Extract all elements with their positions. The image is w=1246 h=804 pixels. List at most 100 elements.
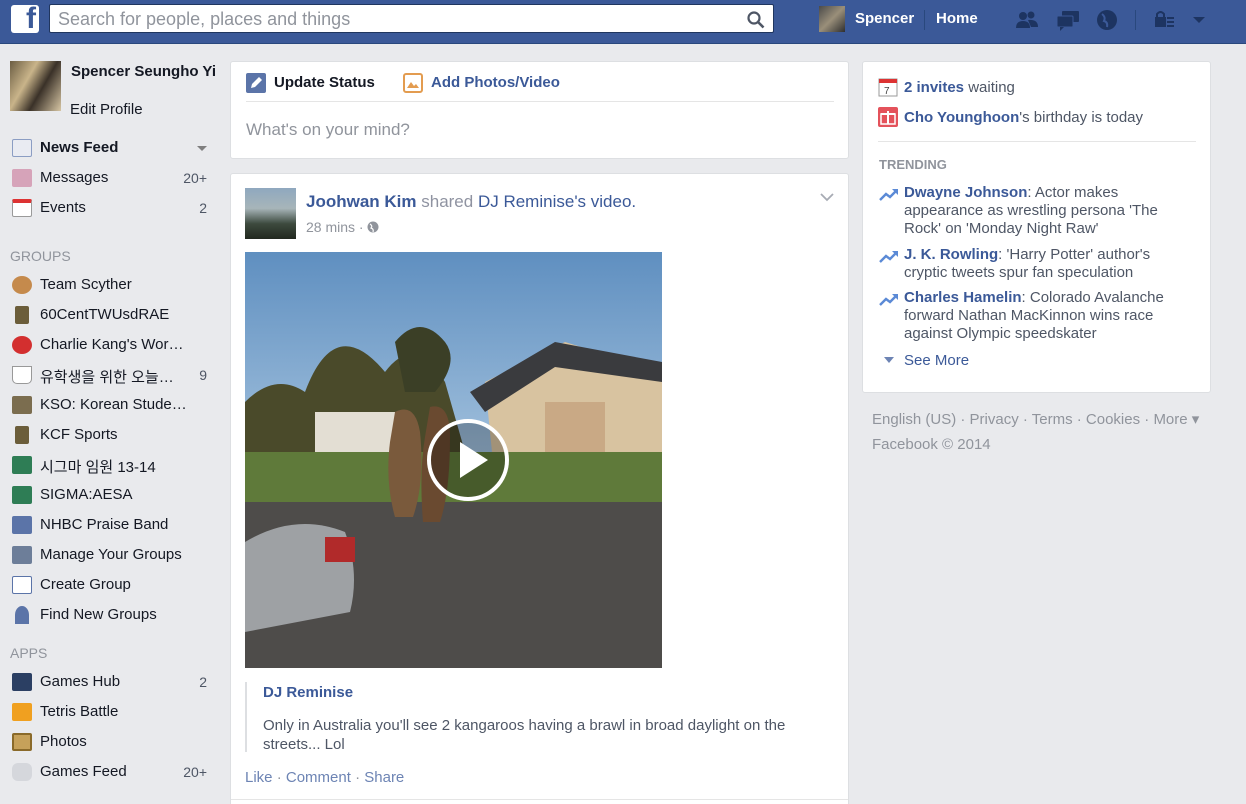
birthday-text: 's birthday is today	[1019, 109, 1144, 126]
like-link[interactable]: Like	[245, 769, 273, 786]
rocket-icon	[15, 606, 29, 624]
sidebar-item-manage-groups[interactable]: Manage Your Groups	[10, 544, 215, 566]
trending-item[interactable]: J. K. Rowling: 'Harry Potter' author's c…	[904, 246, 1194, 282]
coffee-cup-icon	[12, 366, 32, 384]
status-input[interactable]: What's on your mind?	[246, 120, 410, 140]
trending-topic[interactable]: Dwayne Johnson	[904, 184, 1027, 201]
sidebar-item-group[interactable]: Charlie Kang's Wor…	[10, 334, 215, 356]
sidebar-item-group[interactable]: KCF Sports	[10, 424, 215, 446]
sidebar-item-events[interactable]: Events 2	[10, 197, 215, 219]
sidebar-item-label: 60CentTWUsdRAE	[40, 306, 170, 323]
sidebar-item-group[interactable]: Team Scyther	[10, 274, 215, 296]
sidebar-item-create-group[interactable]: Create Group	[10, 574, 215, 596]
trending-topic[interactable]: Charles Hamelin	[904, 289, 1022, 306]
status-composer: Update Status Add Photos/Video What's on…	[230, 61, 849, 159]
birthday-person[interactable]: Cho Younghoon	[904, 109, 1019, 126]
apple-icon	[12, 336, 32, 354]
top-avatar[interactable]	[819, 6, 845, 32]
home-link[interactable]: Home	[936, 10, 978, 27]
tab-update-status[interactable]: Update Status	[274, 74, 375, 91]
tab-add-photos-video[interactable]: Add Photos/Video	[431, 74, 560, 91]
sidebar-item-group[interactable]: SIGMA:AESA	[10, 484, 215, 506]
sidebar-item-messages[interactable]: Messages 20+	[10, 167, 215, 189]
divider	[878, 141, 1196, 142]
sidebar-item-label: Games Feed	[40, 763, 127, 780]
sidebar-item-label: Create Group	[40, 576, 131, 593]
trending-topic[interactable]: J. K. Rowling	[904, 246, 998, 263]
search-icon[interactable]	[747, 11, 765, 29]
trending-item[interactable]: Dwayne Johnson: Actor makes appearance a…	[904, 184, 1194, 238]
profile-name[interactable]: Spencer Seungho Yi	[71, 63, 221, 81]
notifications-globe-icon[interactable]	[1094, 8, 1120, 32]
games-hub-icon	[12, 673, 32, 691]
messages-icon[interactable]	[1055, 8, 1081, 32]
invites-count[interactable]: 2 invites	[904, 79, 964, 96]
trending-arrow-icon	[879, 189, 898, 201]
copyright: Facebook © 2014	[872, 436, 991, 453]
gamepad-icon	[12, 763, 32, 781]
app-count: 2	[199, 674, 207, 690]
comment-link[interactable]: Comment	[286, 769, 351, 786]
friend-requests-icon[interactable]	[1014, 8, 1040, 32]
sidebar-item-app[interactable]: Tetris Battle	[10, 701, 215, 723]
sidebar-item-label: Charlie Kang's Wor…	[40, 336, 184, 353]
manage-groups-icon	[12, 546, 32, 564]
trending-heading: TRENDING	[879, 157, 947, 172]
privacy-shortcuts-icon[interactable]	[1152, 8, 1178, 32]
search-box[interactable]	[49, 4, 774, 33]
trending-item[interactable]: Charles Hamelin: Colorado Avalanche forw…	[904, 289, 1194, 343]
edit-profile-link[interactable]: Edit Profile	[70, 101, 143, 118]
sidebar-item-group[interactable]: KSO: Korean Stude…	[10, 394, 215, 416]
facebook-logo[interactable]: f	[11, 5, 39, 33]
sidebar-item-group[interactable]: 시그마 임원 13-14	[10, 454, 215, 476]
teddy-bear-icon	[12, 276, 32, 294]
post-options-chevron-icon[interactable]	[820, 192, 834, 202]
author-link[interactable]: Joohwan Kim	[306, 192, 417, 211]
news-feed-icon	[12, 139, 32, 157]
sidebar-item-label: Manage Your Groups	[40, 546, 182, 563]
video-link[interactable]: 's video.	[574, 192, 636, 211]
trophy-icon	[15, 426, 29, 444]
footer-links[interactable]: English (US) · Privacy · Terms · Cookies…	[872, 407, 1199, 432]
sidebar-item-label: Tetris Battle	[40, 703, 119, 720]
birthday-notice[interactable]: Cho Younghoon's birthday is today	[904, 109, 1143, 126]
sidebar-item-find-groups[interactable]: Find New Groups	[10, 604, 215, 626]
sidebar-item-label: Events	[40, 199, 86, 216]
post-timestamp[interactable]: 28 mins ·	[306, 219, 379, 235]
profile-picture[interactable]	[10, 61, 61, 111]
top-profile-link[interactable]: Spencer	[855, 10, 914, 27]
author-avatar[interactable]	[245, 188, 296, 239]
chevron-down-icon[interactable]	[197, 146, 207, 151]
groups-heading: GROUPS	[10, 248, 71, 264]
search-input[interactable]	[58, 7, 738, 31]
sidebar-item-app[interactable]: Photos	[10, 731, 215, 753]
page-link[interactable]: DJ Reminise	[478, 192, 574, 211]
sidebar-item-news-feed[interactable]: News Feed	[10, 137, 215, 159]
sidebar-item-group[interactable]: NHBC Praise Band	[10, 514, 215, 536]
divider	[231, 799, 848, 800]
play-button[interactable]	[427, 419, 509, 501]
footer: English (US) · Privacy · Terms · Cookies…	[872, 407, 1199, 457]
see-more-link[interactable]: See More	[904, 352, 969, 369]
photos-icon	[12, 733, 32, 751]
sidebar-item-label: NHBC Praise Band	[40, 516, 169, 533]
account-menu-chevron-icon[interactable]	[1186, 8, 1212, 32]
sidebar-item-group[interactable]: 유학생을 위한 오늘… 9	[10, 364, 215, 386]
shared-text: shared	[416, 192, 478, 211]
divider	[246, 101, 834, 102]
apps-heading: APPS	[10, 645, 48, 661]
shared-page-title[interactable]: DJ Reminise	[263, 684, 353, 701]
sidebar-item-group[interactable]: 60CentTWUsdRAE	[10, 304, 215, 326]
chevron-down-icon	[884, 357, 894, 363]
sidebar-item-app[interactable]: Games Feed 20+	[10, 761, 215, 783]
event-invites[interactable]: 2 invites waiting	[904, 79, 1015, 96]
divider	[1135, 10, 1136, 30]
green-square-icon	[12, 456, 32, 474]
share-link[interactable]: Share	[364, 769, 404, 786]
video-player[interactable]	[245, 252, 662, 668]
group-people-icon	[12, 516, 32, 534]
timestamp-text: 28 mins	[306, 219, 356, 235]
sidebar-item-app[interactable]: Games Hub 2	[10, 671, 215, 693]
sidebar-item-label: News Feed	[40, 139, 119, 156]
sidebar-item-label: Games Hub	[40, 673, 121, 690]
